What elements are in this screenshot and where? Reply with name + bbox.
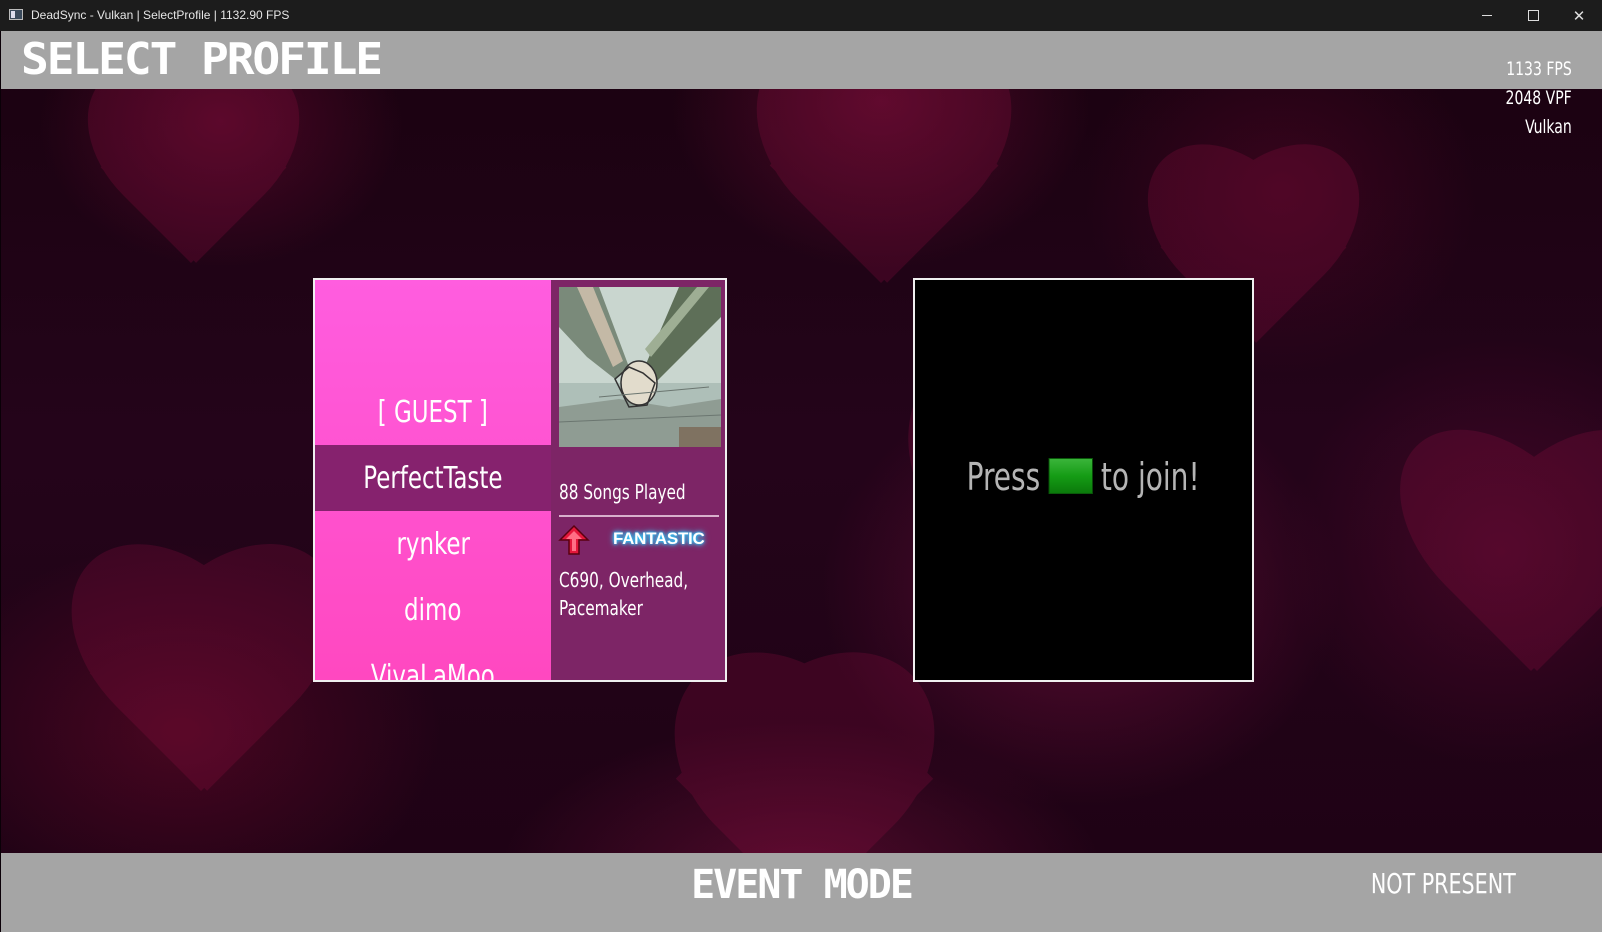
profile-item-selected[interactable]: PerfectTaste xyxy=(315,445,551,511)
minimize-icon xyxy=(1482,15,1492,16)
songs-played-count: 88 Songs Played xyxy=(559,480,686,504)
app-window-icon xyxy=(9,9,23,20)
game-viewport: SELECT PROFILE 1133 FPS 2048 VPF Vulkan … xyxy=(1,31,1602,932)
window-title-bar[interactable]: DeadSync - Vulkan | SelectProfile | 1132… xyxy=(0,0,1602,31)
profile-avatar xyxy=(559,287,721,447)
header-bar: SELECT PROFILE xyxy=(1,31,1602,89)
background-heart-shape xyxy=(1381,431,1602,731)
profile-item-guest[interactable]: [ GUEST ] xyxy=(315,379,551,445)
close-icon: ✕ xyxy=(1572,7,1586,25)
vpf-counter: 2048 VPF xyxy=(1505,87,1572,109)
profile-list[interactable]: [ GUEST ] PerfectTaste rynker dimo VivaL… xyxy=(315,280,551,680)
minimize-button[interactable] xyxy=(1464,0,1510,31)
join-suffix: to join! xyxy=(1101,455,1201,499)
join-prefix: Press xyxy=(966,455,1041,499)
renderer-label: Vulkan xyxy=(1525,116,1572,138)
maximize-icon xyxy=(1527,10,1539,21)
join-prompt: Press to join! xyxy=(915,455,1252,499)
background-heart-shape xyxy=(61,71,321,311)
info-divider xyxy=(559,515,719,517)
profile-item[interactable]: VivaLaMoo xyxy=(315,643,551,681)
window-title: DeadSync - Vulkan | SelectProfile | 1132… xyxy=(31,8,290,22)
event-mode-label: EVENT MODE xyxy=(691,862,914,908)
profile-info-panel: 88 Songs Played FANTASTIC C690, Overhead… xyxy=(551,280,725,680)
red-up-arrow-icon xyxy=(558,524,590,556)
profile-mods: C690, Overhead, Pacemaker xyxy=(559,568,689,620)
best-judgment-label: FANTASTIC xyxy=(613,529,705,548)
fps-counter: 1133 FPS xyxy=(1506,58,1572,80)
close-button[interactable]: ✕ xyxy=(1556,0,1602,31)
footer-bar: EVENT MODE NOT PRESENT xyxy=(1,853,1602,932)
player1-profile-panel: [ GUEST ] PerfectTaste rynker dimo VivaL… xyxy=(313,278,727,682)
green-start-button-icon xyxy=(1048,458,1094,494)
player2-status: NOT PRESENT xyxy=(1371,867,1516,900)
screen-title: SELECT PROFILE xyxy=(21,34,383,85)
profile-item[interactable]: dimo xyxy=(315,577,551,643)
player2-join-panel: Press to join! xyxy=(913,278,1254,682)
profile-item[interactable]: rynker xyxy=(315,511,551,577)
maximize-button[interactable] xyxy=(1510,0,1556,31)
performance-stats: 1133 FPS 2048 VPF Vulkan xyxy=(1506,55,1572,142)
